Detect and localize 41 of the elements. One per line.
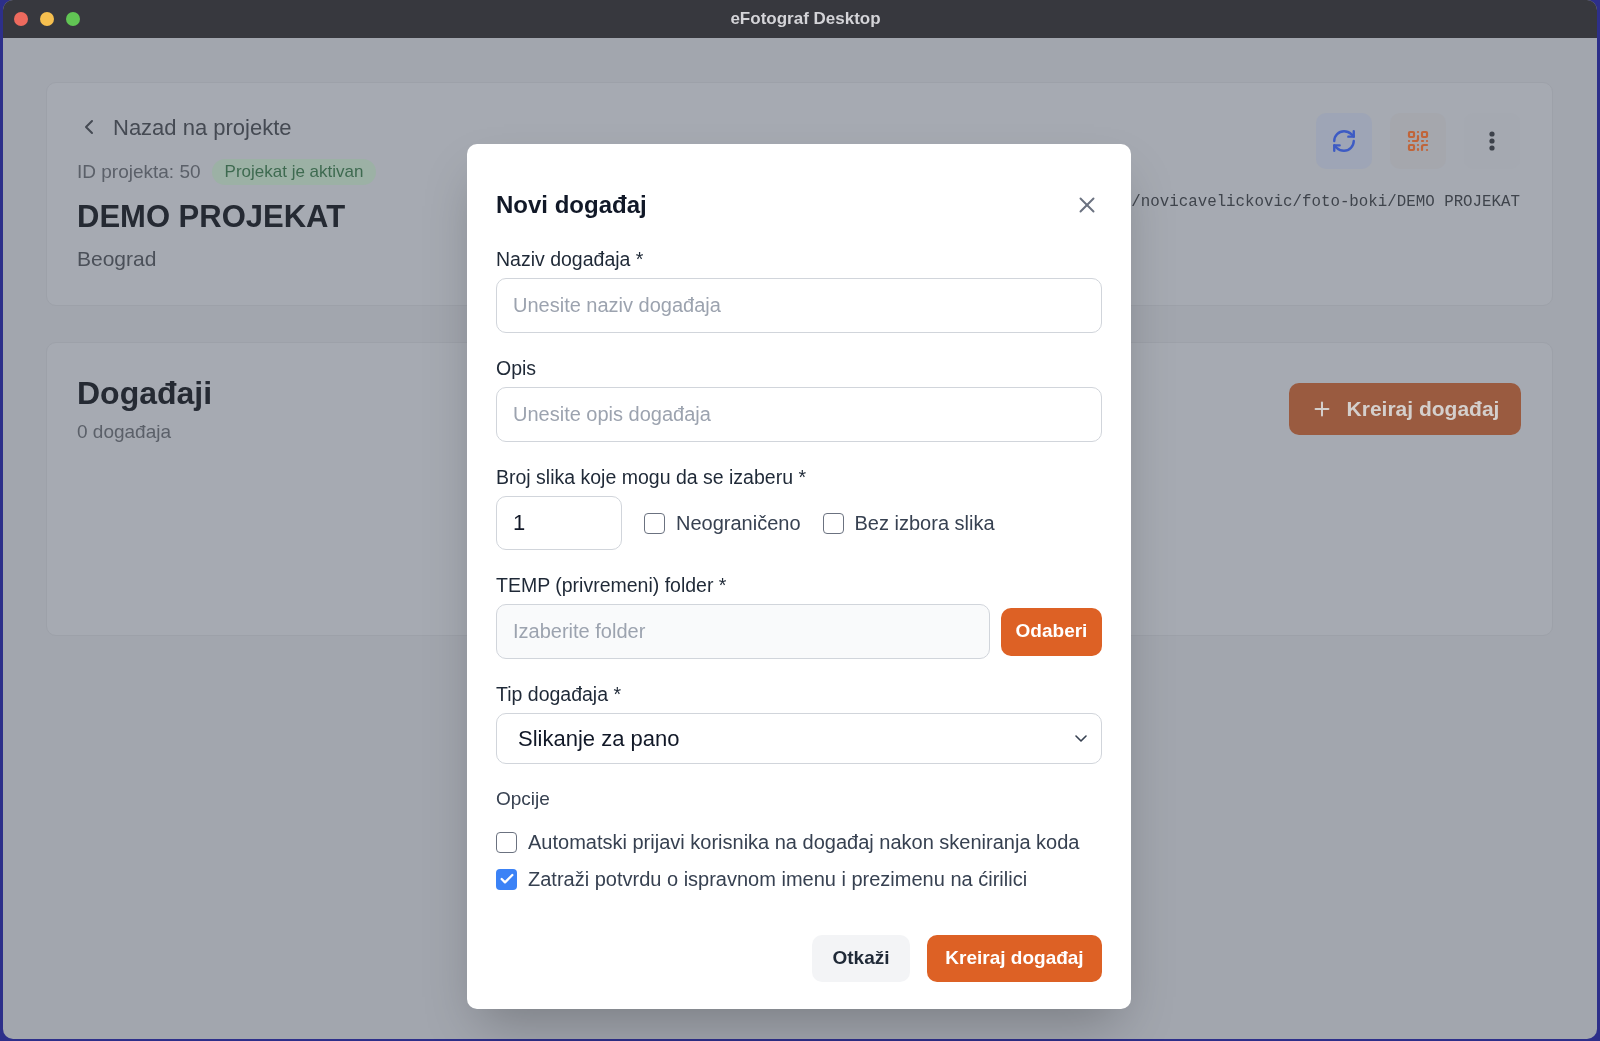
- event-type-select[interactable]: Slikanje za pano: [496, 713, 1102, 764]
- qr-code-icon: [1406, 129, 1430, 153]
- checkbox-label: Automatski prijavi korisnika na događaj nakon skeniranja koda: [528, 830, 1080, 855]
- field-label: TEMP (privremeni) folder *: [496, 573, 728, 598]
- maximize-window-icon[interactable]: [66, 12, 80, 26]
- checkbox[interactable]: [496, 831, 517, 853]
- minimize-window-icon[interactable]: [40, 12, 54, 26]
- checkbox-label: Neograničeno: [676, 511, 801, 536]
- window-title: eFotograf Desktop: [730, 8, 881, 31]
- project-title: DEMO PROJEKAT: [77, 199, 346, 235]
- checkbox[interactable]: [496, 868, 517, 890]
- back-link[interactable]: Nazad na projekte: [77, 113, 292, 141]
- field-label: Opis: [496, 356, 538, 381]
- choose-folder-button[interactable]: Odaberi: [1001, 607, 1102, 656]
- text-input[interactable]: Unesite naziv događaja: [496, 278, 1102, 333]
- options-label: Opcije: [496, 787, 551, 811]
- project-id-text: ID projekta: 50: [77, 159, 201, 184]
- more-icon: [1489, 131, 1495, 151]
- text-input[interactable]: Unesite opis događaja: [496, 387, 1102, 442]
- section-title: Događaji: [77, 374, 213, 413]
- checkbox[interactable]: [822, 512, 844, 534]
- refresh-button[interactable]: [1316, 113, 1372, 169]
- cancel-button[interactable]: Otkaži: [812, 935, 910, 982]
- project-location: Beograd: [77, 246, 157, 272]
- field-label: Broj slika koje mogu da se izaberu *: [496, 465, 807, 490]
- number-input[interactable]: 1: [496, 496, 622, 550]
- events-count: 0 događaja: [77, 420, 172, 444]
- refresh-icon: [1331, 128, 1357, 154]
- folder-input[interactable]: Izaberite folder: [496, 604, 990, 659]
- checkbox-label: Zatraži potvrdu o ispravnom imenu i prezimenu na ćirilici: [528, 867, 1028, 892]
- field-label: Tip događaja *: [496, 682, 623, 707]
- dialog-title: Novi događaj: [496, 190, 647, 220]
- field-label: Naziv događaja *: [496, 247, 645, 272]
- close-window-icon[interactable]: [14, 12, 28, 26]
- folder-path-text: /novicavelickovic/foto-boki/DEMO PROJEKAT: [1131, 192, 1520, 212]
- create-button[interactable]: Kreiraj događaj: [927, 935, 1102, 982]
- create-event-button[interactable]: Kreiraj događaj: [1289, 383, 1521, 435]
- checkbox[interactable]: [644, 512, 665, 534]
- status-badge: Projekat je aktivan: [211, 159, 377, 185]
- checkbox-label: Bez izbora slika: [854, 511, 995, 536]
- chevron-down-icon: [1075, 735, 1087, 742]
